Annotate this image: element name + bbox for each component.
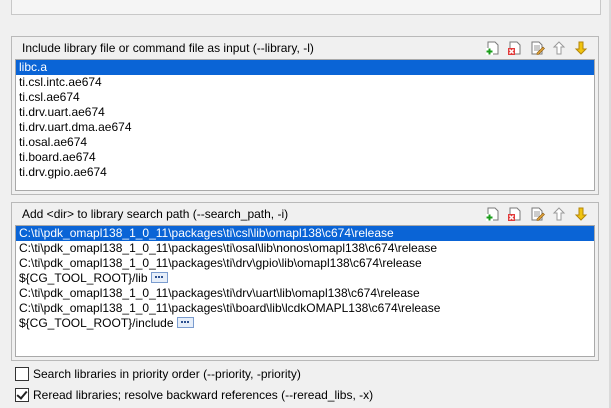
list-item[interactable]: C:\ti\pdk_omapl138_1_0_11\packages\ti\os… — [16, 241, 594, 256]
move-down-button[interactable] — [572, 39, 590, 57]
search-path-list[interactable]: C:\ti\pdk_omapl138_1_0_11\packages\ti\cs… — [15, 225, 595, 357]
list-item[interactable]: ti.csl.ae674 — [16, 90, 594, 105]
delete-icon — [508, 207, 521, 221]
add-icon — [486, 41, 499, 55]
search-path-toolbar — [484, 205, 590, 223]
search-path-header: Add <dir> to library search path (--sear… — [12, 203, 598, 225]
reread-checkbox[interactable] — [15, 388, 29, 402]
add-icon — [486, 207, 499, 221]
edit-button[interactable] — [528, 39, 546, 57]
delete-button[interactable] — [506, 39, 524, 57]
move-down-button[interactable] — [572, 205, 590, 223]
priority-option[interactable]: Search libraries in priority order (--pr… — [15, 366, 301, 382]
delete-button[interactable] — [506, 205, 524, 223]
search-path-group: Add <dir> to library search path (--sear… — [11, 202, 599, 361]
list-item[interactable]: C:\ti\pdk_omapl138_1_0_11\packages\ti\dr… — [16, 286, 594, 301]
delete-icon — [508, 41, 521, 55]
priority-label: Search libraries in priority order (--pr… — [33, 367, 301, 381]
library-files-header: Include library file or command file as … — [12, 37, 598, 59]
move-up-icon — [552, 207, 566, 221]
list-item[interactable]: ti.csl.intc.ae674 — [16, 75, 594, 90]
library-files-list[interactable]: libc.a ti.csl.intc.ae674 ti.csl.ae674 ti… — [15, 59, 595, 191]
variable-browse-button[interactable] — [150, 272, 168, 284]
library-files-group: Include library file or command file as … — [11, 36, 599, 195]
edit-icon — [531, 207, 545, 221]
move-down-icon — [574, 41, 588, 55]
list-item[interactable]: ti.drv.uart.dma.ae674 — [16, 120, 594, 135]
list-item[interactable]: ${CG_TOOL_ROOT}/include — [16, 316, 594, 331]
list-item-label: ${CG_TOOL_ROOT}/lib — [19, 271, 148, 285]
priority-checkbox[interactable] — [15, 367, 29, 381]
search-path-title: Add <dir> to library search path (--sear… — [22, 207, 289, 221]
edit-button[interactable] — [528, 205, 546, 223]
list-item[interactable]: libc.a — [16, 60, 594, 75]
previous-group-bottom — [11, 0, 601, 15]
list-item[interactable]: ti.board.ae674 — [16, 150, 594, 165]
reread-label: Reread libraries; resolve backward refer… — [33, 388, 374, 402]
library-files-title: Include library file or command file as … — [22, 41, 314, 55]
move-down-icon — [574, 207, 588, 221]
move-up-button[interactable] — [550, 39, 568, 57]
move-up-icon — [552, 41, 566, 55]
list-item[interactable]: ${CG_TOOL_ROOT}/lib — [16, 271, 594, 286]
library-files-toolbar — [484, 39, 590, 57]
list-item[interactable]: C:\ti\pdk_omapl138_1_0_11\packages\ti\dr… — [16, 256, 594, 271]
list-item[interactable]: C:\ti\pdk_omapl138_1_0_11\packages\ti\bo… — [16, 301, 594, 316]
list-item-label: ${CG_TOOL_ROOT}/include — [19, 316, 174, 330]
variable-browse-button[interactable] — [176, 317, 194, 329]
add-button[interactable] — [484, 39, 502, 57]
edit-icon — [531, 41, 545, 55]
list-item[interactable]: ti.drv.uart.ae674 — [16, 105, 594, 120]
add-button[interactable] — [484, 205, 502, 223]
move-up-button[interactable] — [550, 205, 568, 223]
reread-option[interactable]: Reread libraries; resolve backward refer… — [15, 387, 373, 403]
list-item[interactable]: C:\ti\pdk_omapl138_1_0_11\packages\ti\cs… — [16, 226, 594, 241]
list-item[interactable]: ti.drv.gpio.ae674 — [16, 165, 594, 180]
list-item[interactable]: ti.osal.ae674 — [16, 135, 594, 150]
